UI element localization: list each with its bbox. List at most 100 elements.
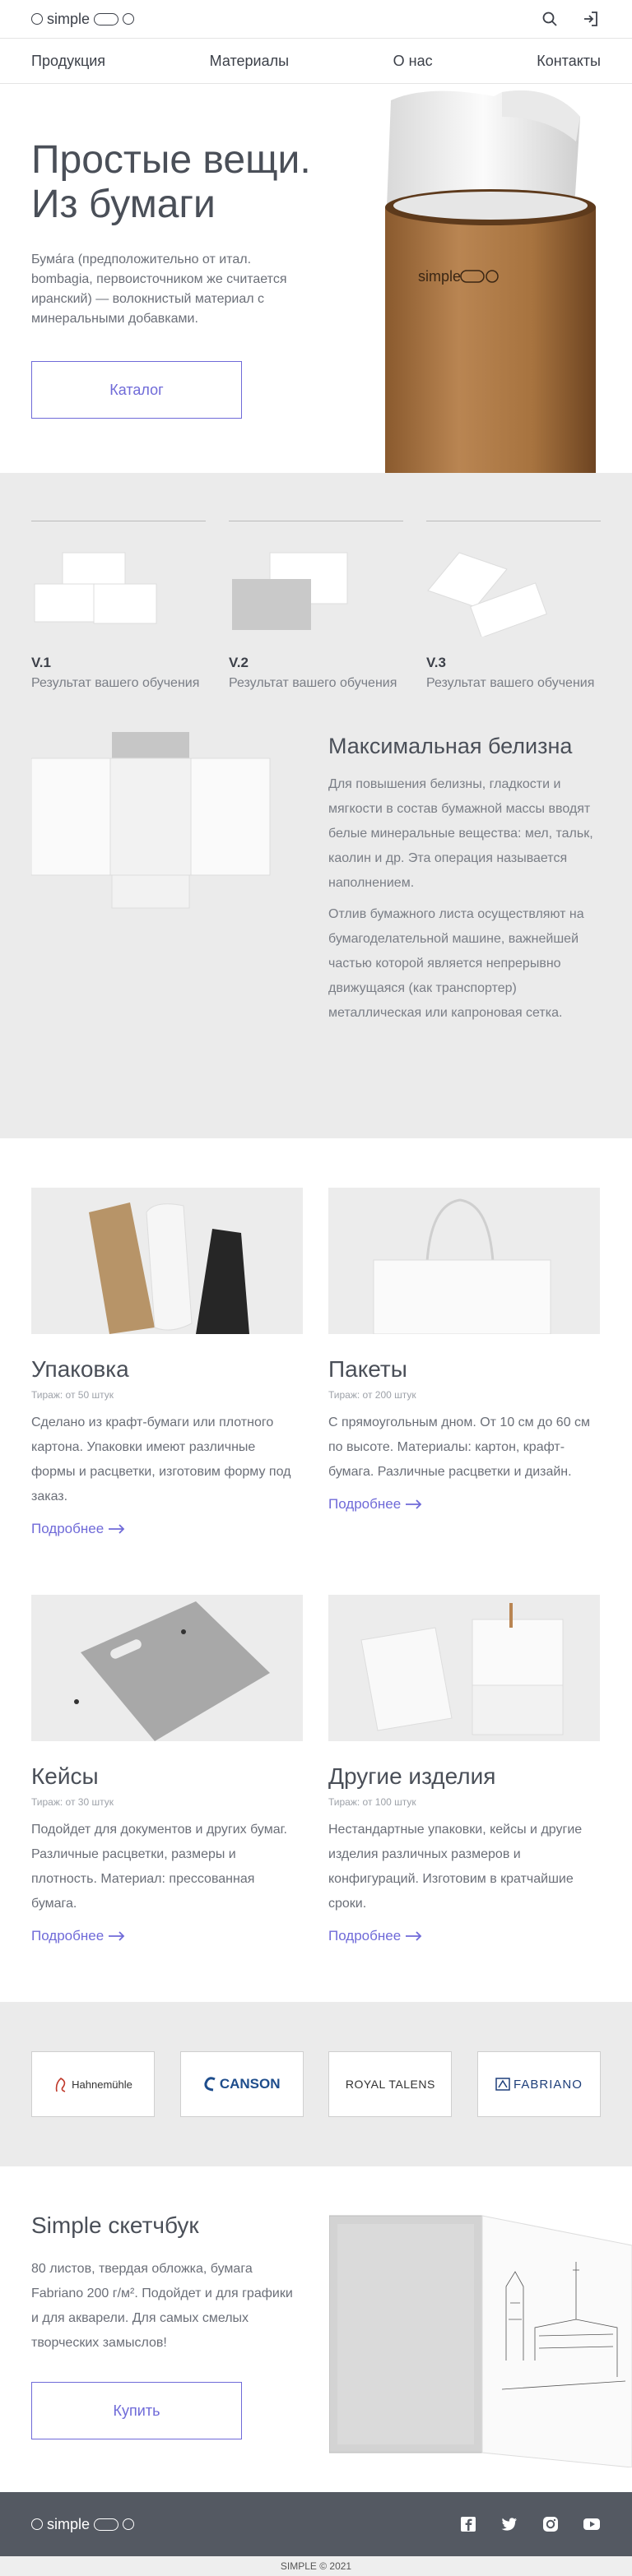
brand-name: CANSON: [219, 2076, 281, 2092]
logo-pill-icon: [94, 12, 119, 25]
versions-list: V.1 Результат вашего обучения V.2 Резуль…: [31, 521, 601, 694]
more-link[interactable]: Подробнее: [328, 1928, 422, 1944]
logo-text: simple: [47, 10, 91, 27]
tube-logo: simple: [418, 268, 461, 285]
more-link-label: Подробнее: [328, 1928, 402, 1944]
sketchbook-image: [329, 2215, 632, 2467]
brand-name: ROYAL TALENS: [345, 2078, 435, 2091]
brand-name: FABRIANO: [514, 2077, 583, 2092]
footer-logo-text: simple: [47, 2515, 91, 2532]
canson-logo-icon: [204, 2077, 216, 2092]
product-desc: Подойдет для документов и других бумаг. …: [31, 1823, 287, 1911]
logo-circle-icon: [31, 2518, 43, 2530]
arrow-right-icon: [109, 1524, 125, 1534]
more-link[interactable]: Подробнее: [31, 1928, 125, 1944]
login-icon[interactable]: [581, 9, 601, 29]
products-section: Упаковка Тираж: от 50 штук Сделано из кр…: [0, 1138, 632, 2002]
product-desc: Сделано из крафт-бумаги или плотного кар…: [31, 1415, 291, 1503]
copyright: SIMPLE © 2021: [0, 2556, 632, 2576]
sketchbook-section: Simple скетчбук 80 листов, твердая облож…: [0, 2166, 632, 2492]
hahnemuhle-logo-icon: [55, 2078, 66, 2092]
logo[interactable]: simple: [31, 10, 135, 28]
hero-title-line2: Из бумаги: [31, 183, 216, 226]
youtube-icon[interactable]: [583, 2515, 601, 2533]
paper-bag-image: [328, 1188, 600, 1335]
product-title: Кейсы: [31, 1763, 99, 1789]
header-icons: [540, 9, 601, 29]
brand-royal-talens[interactable]: ROYAL TALENS: [328, 2051, 453, 2117]
business-cards-image: [34, 552, 157, 624]
product-card: Упаковка Тираж: от 50 штук Сделано из кр…: [31, 1188, 303, 1537]
more-link[interactable]: Подробнее: [31, 1521, 125, 1537]
facebook-icon[interactable]: [459, 2515, 477, 2533]
materials-section: V.1 Результат вашего обучения V.2 Резуль…: [0, 473, 632, 1138]
product-desc: С прямоугольным дном. От 10 см до 60 см …: [328, 1415, 591, 1479]
version-title: V.1: [31, 655, 51, 670]
nav-item-materials[interactable]: Материалы: [210, 53, 289, 70]
product-title: Упаковка: [31, 1356, 129, 1382]
whiteness-block: Максимальная белизна Для повышения белиз…: [328, 733, 601, 1026]
sketchbook-title: Simple скетчбук: [31, 2212, 199, 2238]
more-link-label: Подробнее: [31, 1521, 105, 1536]
logo-pill-icon: [94, 2518, 119, 2531]
twitter-icon[interactable]: [500, 2515, 518, 2533]
version-text: Результат вашего обучения: [229, 676, 397, 690]
product-card: Кейсы Тираж: от 30 штук Подойдет для док…: [31, 1595, 303, 1944]
arrow-right-icon: [406, 1931, 422, 1941]
arrow-right-icon: [406, 1499, 422, 1509]
nav-item-contacts[interactable]: Контакты: [537, 53, 601, 70]
search-icon[interactable]: [540, 9, 560, 29]
buy-button[interactable]: Купить: [31, 2382, 242, 2439]
footer: simple: [0, 2492, 632, 2556]
more-link-label: Подробнее: [31, 1928, 105, 1944]
whiteness-paragraph-1: Для повышения белизны, гладкости и мягко…: [328, 777, 593, 890]
brands-section: Hahnemühle CANSON ROYAL TALENS FABRIANO: [0, 2002, 632, 2166]
brand-hahnemuhle[interactable]: Hahnemühle: [31, 2051, 155, 2117]
main-nav: Продукция Материалы О нас Контакты: [0, 38, 632, 84]
brand-canson[interactable]: CANSON: [179, 2051, 304, 2117]
version-title: V.3: [426, 655, 446, 670]
hero-text: Бума́га (предположительно от итал. bomba…: [31, 253, 287, 326]
product-title: Другие изделия: [328, 1763, 496, 1789]
version-title: V.2: [229, 655, 249, 670]
logo-circle-icon: [31, 13, 43, 25]
footer-logo[interactable]: simple: [31, 2515, 135, 2533]
version-card: V.3 Результат вашего обучения: [426, 521, 601, 694]
product-tirage: Тираж: от 100 штук: [328, 1796, 416, 1808]
more-link[interactable]: Подробнее: [328, 1496, 422, 1513]
product-card: Другие изделия Тираж: от 100 штук Нестан…: [328, 1595, 600, 1944]
header: simple: [0, 0, 632, 38]
product-title: Пакеты: [328, 1356, 407, 1382]
whiteness-paragraph-2: Отлив бумажного листа осуществляют на бу…: [328, 907, 584, 1020]
brand-name: Hahnemühle: [72, 2078, 132, 2091]
more-link-label: Подробнее: [328, 1496, 402, 1512]
product-tirage: Тираж: от 30 штук: [31, 1796, 114, 1808]
hero-title-line1: Простые вещи.: [31, 138, 311, 182]
business-cards-image: [427, 552, 547, 638]
folder-mockup-image: [31, 732, 271, 909]
product-desc: Нестандартные упаковки, кейсы и другие и…: [328, 1823, 583, 1911]
logo-circle-icon: [123, 13, 135, 25]
social-links: [459, 2515, 601, 2533]
product-card: Пакеты Тираж: от 200 штук С прямоугольны…: [328, 1188, 600, 1513]
hero-section: Простые вещи. Из бумаги Бума́га (предпол…: [0, 84, 632, 473]
fabriano-logo-icon: [495, 2078, 510, 2091]
nav-item-about[interactable]: О нас: [393, 53, 433, 70]
business-cards-image: [232, 552, 348, 630]
product-tirage: Тираж: от 50 штук: [31, 1389, 114, 1401]
nav-item-products[interactable]: Продукция: [31, 53, 105, 70]
packaging-image: [31, 1188, 303, 1334]
paper-tube-image: simple: [385, 90, 596, 473]
version-text: Результат вашего обучения: [31, 676, 200, 690]
whiteness-title: Максимальная белизна: [328, 734, 573, 758]
catalog-button[interactable]: Каталог: [31, 361, 242, 419]
arrow-right-icon: [109, 1931, 125, 1941]
instagram-icon[interactable]: [541, 2515, 560, 2533]
page: simple Продукция Материалы О нас Контакт…: [0, 0, 632, 2576]
version-text: Результат вашего обучения: [426, 676, 595, 690]
product-tirage: Тираж: от 200 штук: [328, 1389, 416, 1401]
version-card: V.2 Результат вашего обучения: [229, 521, 403, 694]
sketchbook-text: 80 листов, твердая обложка, бумага Fabri…: [31, 2262, 293, 2350]
hero-title: Простые вещи. Из бумаги: [31, 138, 344, 227]
brand-fabriano[interactable]: FABRIANO: [476, 2051, 601, 2117]
